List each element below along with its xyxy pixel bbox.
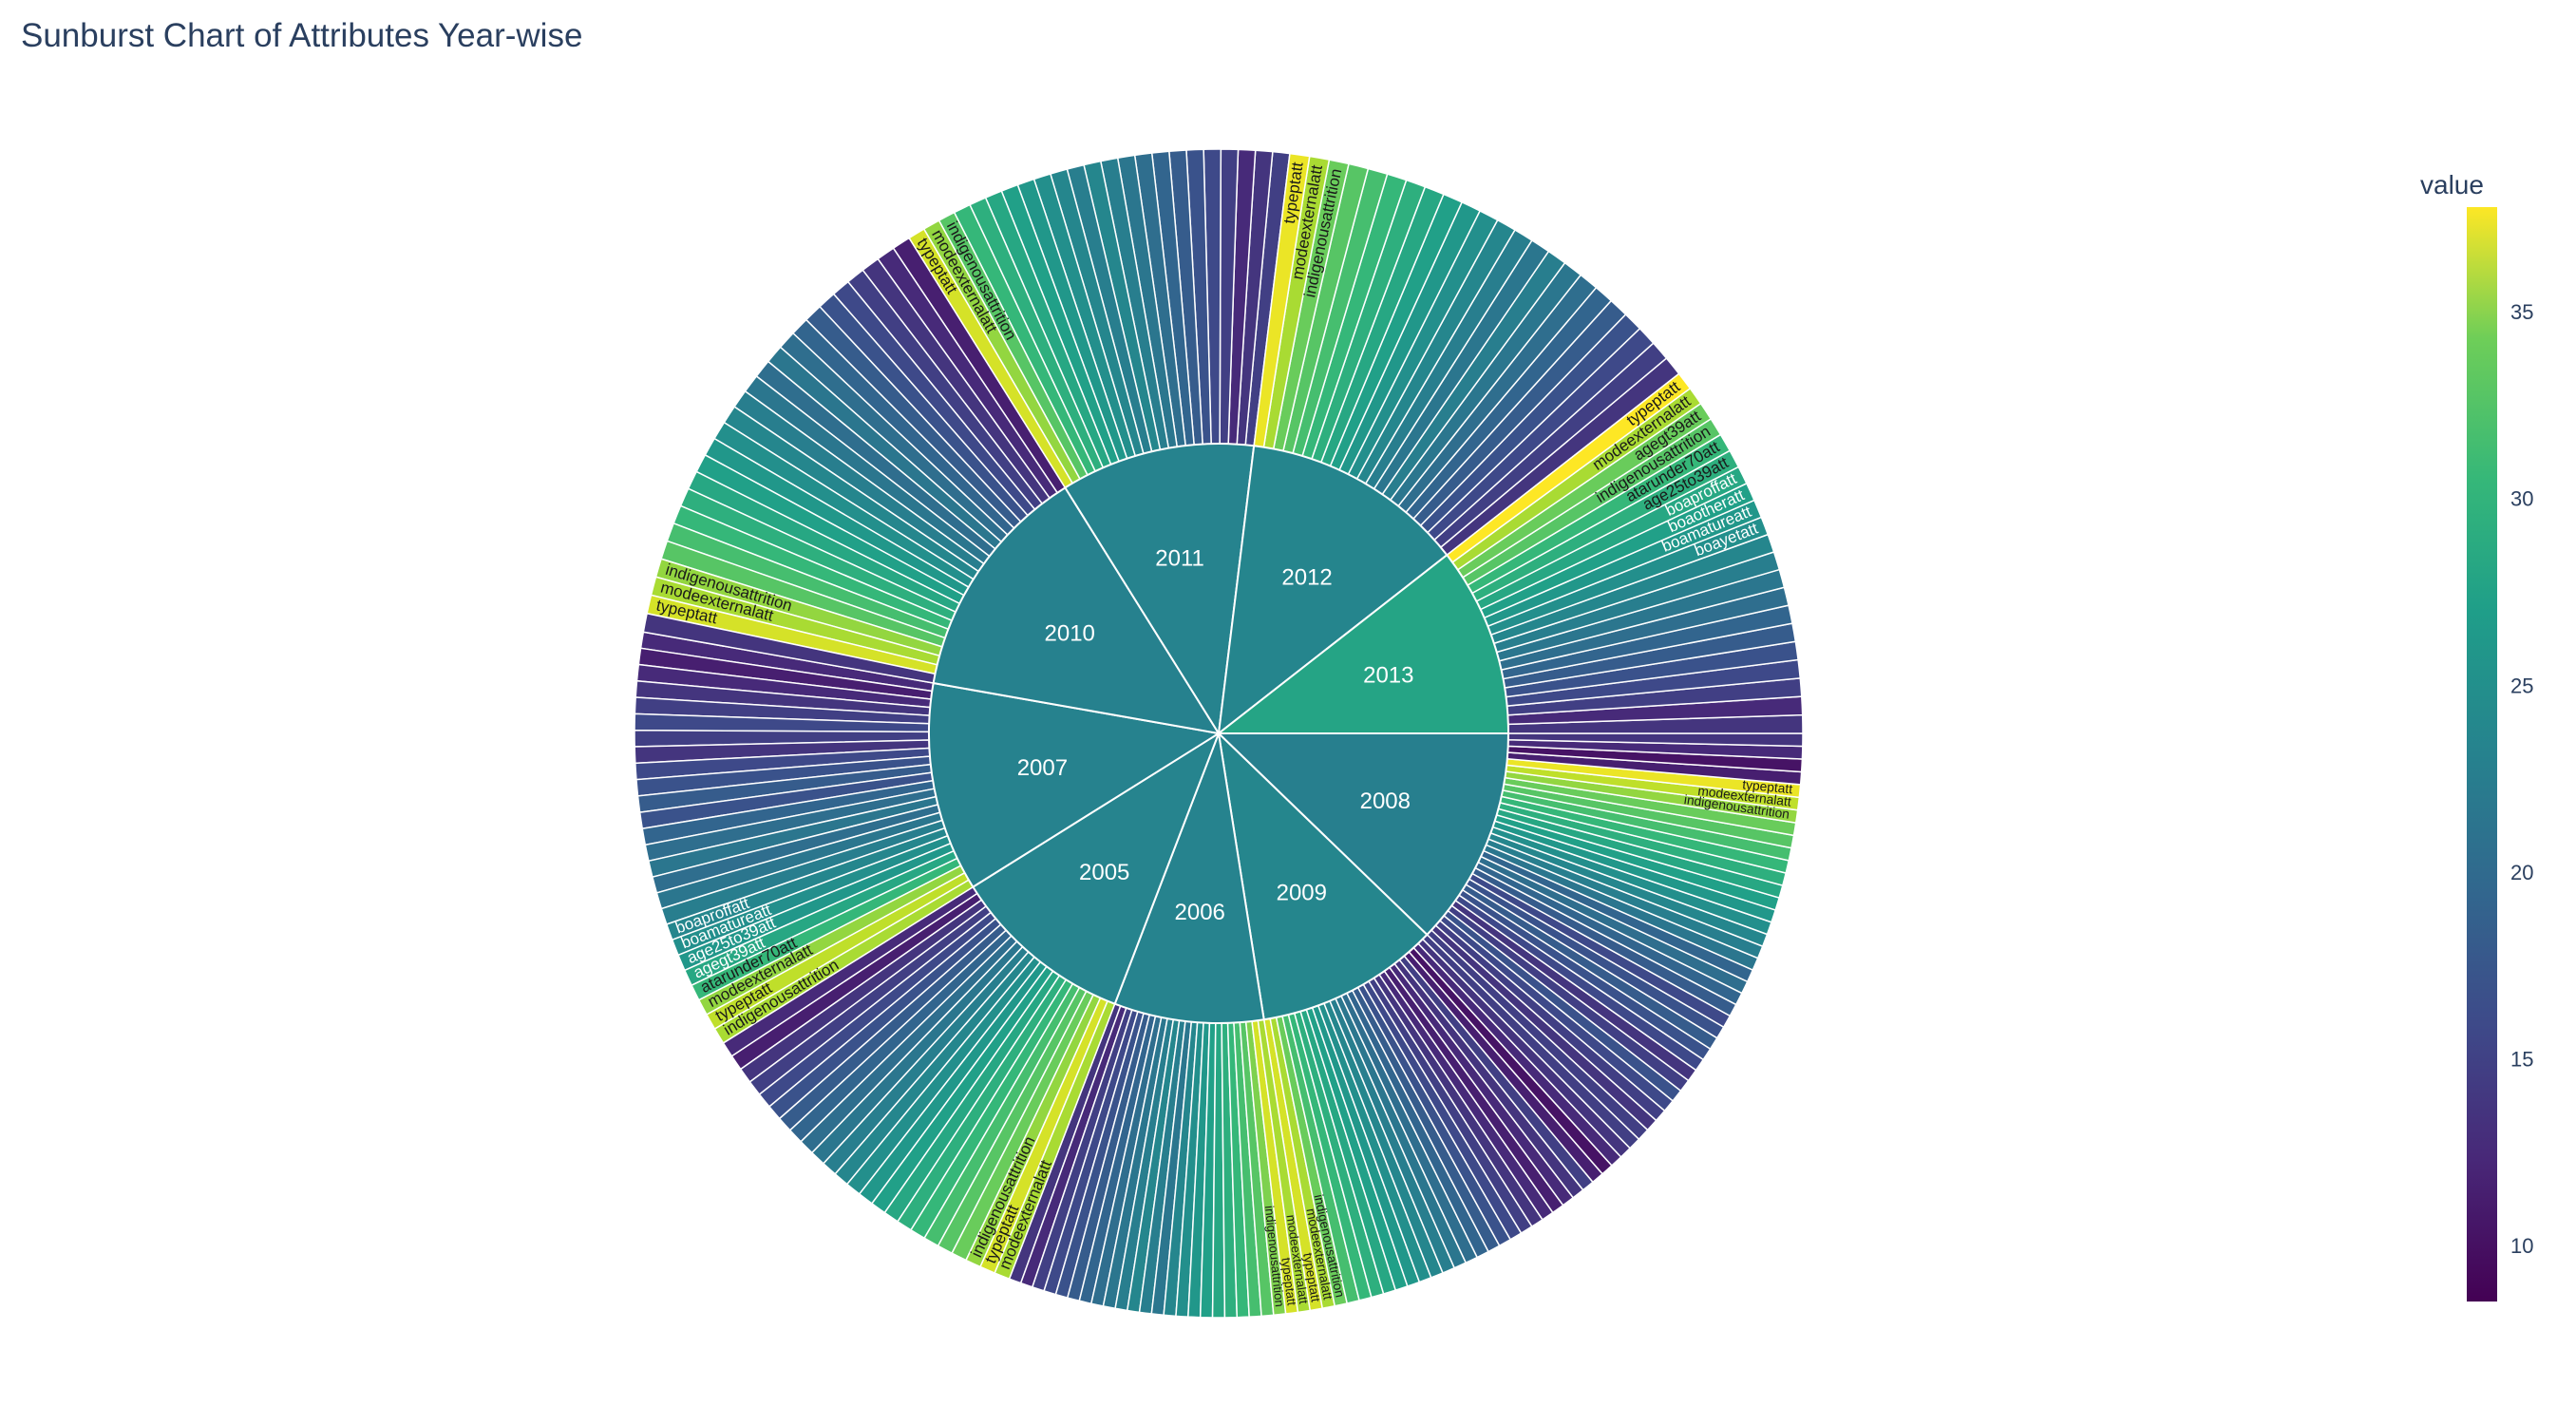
colorbar: value 10 15 20 25 30 35	[2420, 170, 2533, 1302]
colorbar-title: value	[2420, 170, 2484, 200]
colorbar-tick-label: 20	[2510, 861, 2533, 884]
colorbar-tick-label: 10	[2510, 1234, 2533, 1258]
colorbar-tick-label: 15	[2510, 1047, 2533, 1071]
colorbar-tick-label: 35	[2510, 300, 2533, 324]
colorbar-tick-label: 30	[2510, 487, 2533, 511]
colorbar-gradient	[2467, 207, 2497, 1302]
colorbar-tick-label: 25	[2510, 674, 2533, 697]
